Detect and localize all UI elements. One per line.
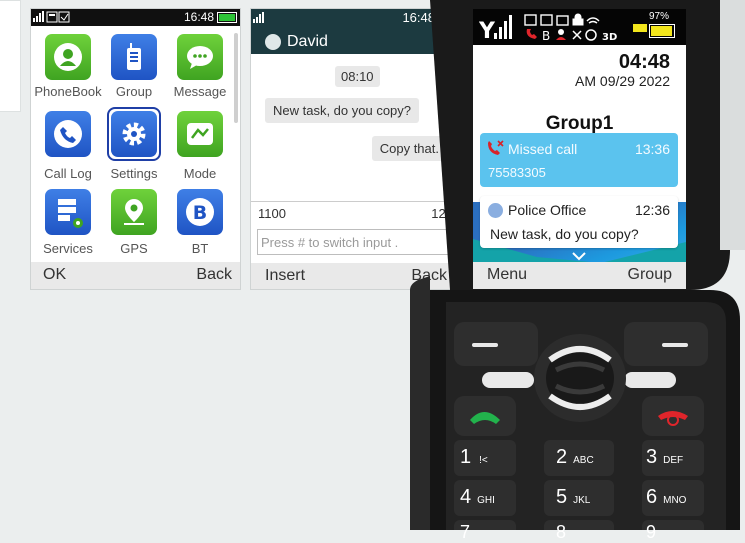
incoming-message[interactable]: New task, do you copy? <box>265 98 420 123</box>
app-label-group[interactable]: Group <box>99 84 169 99</box>
missed-call-card[interactable]: Missed call 13:36 75583305 <box>480 133 678 187</box>
phone-icon[interactable] <box>45 111 91 157</box>
clock-date: AM 09/29 2022 <box>575 73 670 89</box>
softkey-bar: Menu Group <box>473 262 686 289</box>
key-7[interactable]: 7 <box>460 522 470 543</box>
svg-text:3D: 3D <box>602 32 617 43</box>
message-card[interactable]: Police Office 12:36 New task, do you cop… <box>480 196 678 248</box>
status-bar: Y B 3D 97% <box>473 9 686 45</box>
message-time: 12:36 <box>634 202 670 218</box>
contact-name: David <box>287 33 328 50</box>
softkey-bar: OK Back <box>31 262 240 289</box>
contact-icon[interactable] <box>45 34 91 80</box>
recipient-number[interactable]: 1100 <box>258 206 286 221</box>
status-bar: 16:48 <box>31 9 240 26</box>
left-dash-key <box>482 372 534 388</box>
svg-text:B: B <box>193 202 207 224</box>
location-pin-icon[interactable] <box>111 189 157 235</box>
missed-call-time: 13:36 <box>634 141 670 157</box>
app-label-settings[interactable]: Settings <box>99 166 169 181</box>
key-3[interactable]: 3 DEF <box>646 446 683 469</box>
menu-softkey[interactable]: Menu <box>487 266 527 284</box>
device-antenna-edge <box>720 0 745 250</box>
signal-icon <box>253 12 267 27</box>
signal-icon <box>33 11 77 26</box>
app-label-call-log[interactable]: Call Log <box>33 166 103 181</box>
svg-text:B: B <box>542 29 550 43</box>
key-5[interactable]: 5 JKL <box>556 486 590 509</box>
missed-call-icon <box>488 140 504 155</box>
key-4[interactable]: 4 GHI <box>460 486 495 509</box>
app-label-message[interactable]: Message <box>165 84 235 99</box>
message-preview: New task, do you copy? <box>490 226 639 242</box>
ok-softkey[interactable]: OK <box>43 266 66 284</box>
group-softkey[interactable]: Group <box>628 266 672 284</box>
back-softkey[interactable]: Back <box>196 266 232 284</box>
app-label-mode[interactable]: Mode <box>165 166 235 181</box>
home-screen: Y B 3D 97% 04:48 AM 09/29 2022 Group1 Mi… <box>472 8 687 290</box>
battery-icon <box>649 24 675 38</box>
missed-call-title: Missed call <box>508 141 578 157</box>
key-1[interactable]: 1 !< <box>460 446 488 469</box>
key-6[interactable]: 6 MNO <box>646 486 686 509</box>
app-label-bt[interactable]: BT <box>165 241 235 256</box>
app-label-gps[interactable]: GPS <box>99 241 169 256</box>
insert-softkey[interactable]: Insert <box>265 267 305 285</box>
svg-text:Y: Y <box>479 19 496 43</box>
missed-call-number: 75583305 <box>488 165 546 180</box>
walkie-talkie-icon[interactable] <box>111 34 157 80</box>
battery-icon <box>217 12 237 23</box>
message-timestamp: 08:10 <box>335 66 380 87</box>
gear-icon[interactable] <box>111 111 157 157</box>
background-card <box>0 0 21 112</box>
scrollbar[interactable] <box>234 33 238 123</box>
battery-percent: 97% <box>649 11 670 22</box>
message-icon[interactable] <box>177 34 223 80</box>
key-9[interactable]: 9 <box>646 522 656 543</box>
app-menu-screen: 16:48 PhoneBook Group Message Call Log S… <box>30 8 241 290</box>
app-label-services[interactable]: Services <box>33 241 103 256</box>
contact-avatar-icon <box>488 203 503 218</box>
right-dash-key <box>624 372 676 388</box>
clock-time: 04:48 <box>618 51 670 73</box>
status-icons: Y B 3D <box>479 13 617 43</box>
app-label-phonebook[interactable]: PhoneBook <box>33 84 103 99</box>
mode-icon[interactable] <box>177 111 223 157</box>
mute-indicator-icon <box>633 24 647 32</box>
device-side-grip <box>410 276 430 530</box>
status-time: 16:48 <box>183 10 214 24</box>
current-group: Group1 <box>545 113 614 134</box>
chevron-down-icon[interactable] <box>571 251 587 261</box>
key-2[interactable]: 2 ABC <box>556 446 594 469</box>
bluetooth-icon[interactable]: B <box>177 189 223 235</box>
contact-avatar-icon <box>265 34 281 50</box>
key-8[interactable]: 8 <box>556 522 566 543</box>
message-sender: Police Office <box>508 202 587 218</box>
services-icon[interactable] <box>45 189 91 235</box>
